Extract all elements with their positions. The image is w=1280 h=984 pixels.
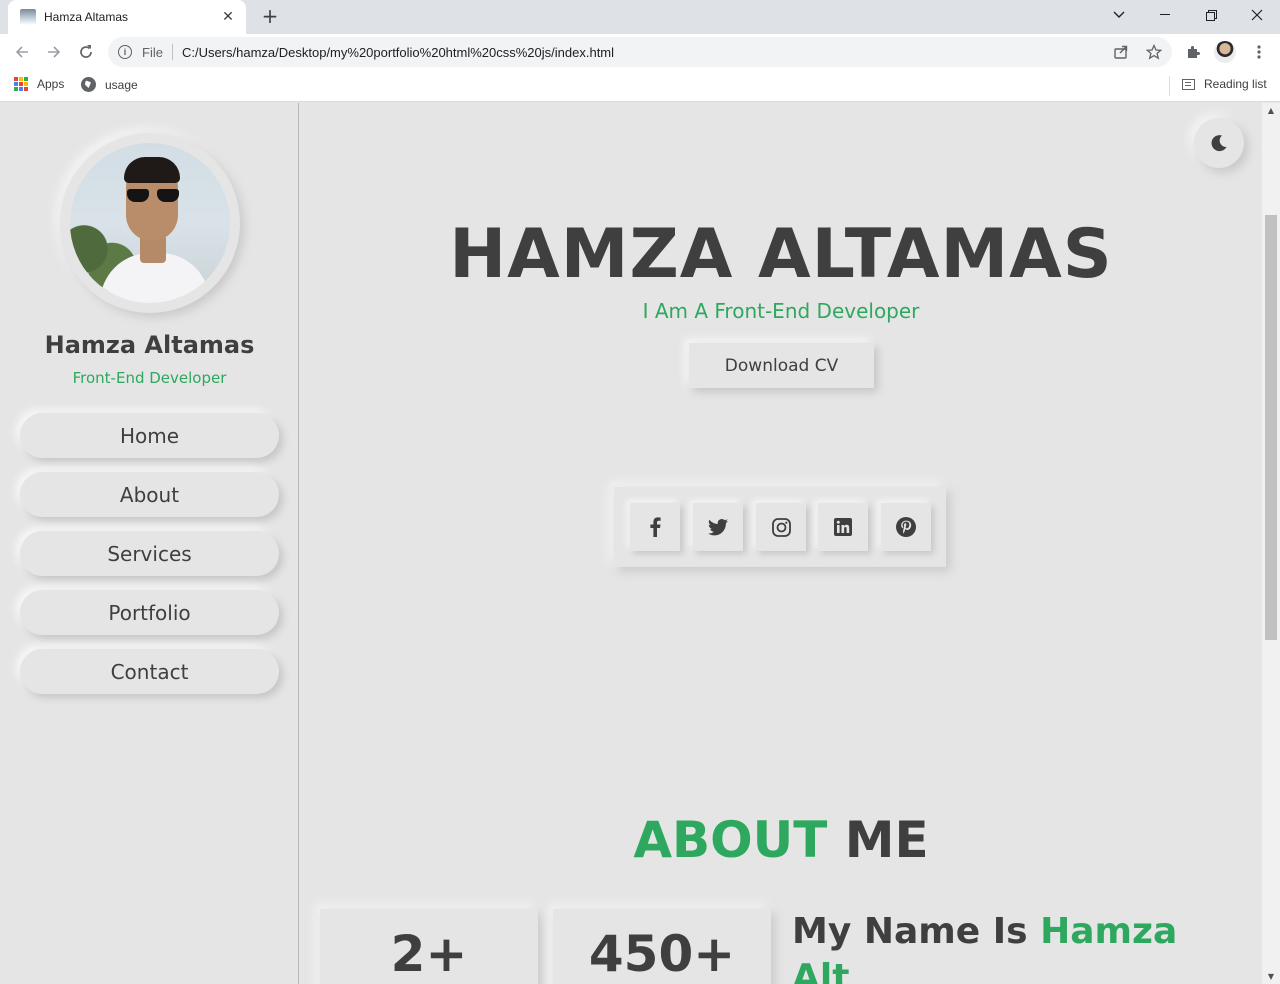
facebook-link[interactable] bbox=[630, 503, 680, 551]
intro-prefix: My Name Is bbox=[792, 911, 1028, 952]
theme-toggle-button[interactable] bbox=[1194, 118, 1244, 168]
about-title-accent: ABOUT bbox=[633, 811, 828, 869]
nav-contact[interactable]: Contact bbox=[20, 649, 279, 694]
info-icon[interactable]: i bbox=[118, 45, 132, 59]
instagram-link[interactable] bbox=[756, 503, 806, 551]
favicon-icon bbox=[20, 9, 36, 25]
intro-name-continued: Alt bbox=[792, 957, 850, 984]
bookmark-apps[interactable]: Apps bbox=[14, 77, 64, 91]
profile-photo bbox=[70, 143, 230, 303]
scroll-up-arrow-icon[interactable]: ▲ bbox=[1262, 103, 1280, 117]
star-icon bbox=[1146, 44, 1162, 60]
nav-services[interactable]: Services bbox=[20, 531, 279, 576]
restore-button[interactable] bbox=[1188, 0, 1234, 30]
apps-icon bbox=[14, 77, 28, 91]
hero-title: HAMZA ALTAMAS bbox=[449, 215, 1113, 294]
url-scheme: File bbox=[142, 44, 163, 60]
browser-toolbar: i File C:/Users/hamza/Desktop/my%20portf… bbox=[0, 34, 1280, 70]
nav-home[interactable]: Home bbox=[20, 413, 279, 458]
close-icon bbox=[1251, 9, 1263, 21]
globe-icon bbox=[81, 77, 96, 92]
bookmark-label: usage bbox=[105, 77, 138, 92]
minimize-icon bbox=[1160, 14, 1170, 15]
scrollbar-thumb[interactable] bbox=[1265, 215, 1277, 640]
linkedin-link[interactable] bbox=[818, 503, 868, 551]
about-title-rest: ME bbox=[844, 811, 929, 869]
profile-role: Front-End Developer bbox=[72, 369, 227, 387]
minimize-button[interactable] bbox=[1142, 0, 1188, 30]
reload-button[interactable] bbox=[74, 40, 98, 64]
moon-icon bbox=[1211, 135, 1227, 152]
puzzle-icon bbox=[1188, 46, 1200, 58]
stat-value: 2+ bbox=[390, 925, 468, 983]
profile-avatar[interactable] bbox=[1214, 41, 1236, 63]
bookmarks-divider bbox=[1169, 76, 1170, 96]
pinterest-link[interactable] bbox=[881, 503, 931, 551]
nav-portfolio[interactable]: Portfolio bbox=[20, 590, 279, 635]
forward-button[interactable] bbox=[42, 40, 66, 64]
download-cv-button[interactable]: Download CV bbox=[689, 343, 874, 388]
main-content: HAMZA ALTAMAS I Am A Front-End Developer… bbox=[300, 103, 1262, 984]
arrow-left-icon bbox=[15, 46, 28, 58]
hero-subtitle: I Am A Front-End Developer bbox=[642, 299, 920, 323]
share-button[interactable] bbox=[1110, 41, 1132, 63]
omnibox-divider bbox=[171, 44, 173, 60]
profile-name: Hamza Altamas bbox=[44, 331, 255, 359]
more-vertical-icon bbox=[1257, 45, 1261, 59]
stat-value: 450+ bbox=[588, 925, 736, 983]
bookmark-star-button[interactable] bbox=[1143, 41, 1165, 63]
intro-name-accent: Hamza bbox=[1040, 911, 1178, 952]
social-links bbox=[614, 487, 946, 567]
browser-menu-button[interactable] bbox=[1248, 41, 1270, 63]
facebook-icon bbox=[650, 517, 661, 537]
instagram-icon bbox=[771, 517, 791, 537]
bookmark-usage[interactable]: usage bbox=[81, 77, 138, 92]
nav-about[interactable]: About bbox=[20, 472, 279, 517]
linkedin-icon bbox=[834, 518, 852, 536]
twitter-icon bbox=[708, 518, 728, 535]
bookmarks-bar: Apps usage Reading list bbox=[0, 70, 1280, 102]
reload-icon bbox=[80, 45, 92, 58]
scroll-down-arrow-icon[interactable]: ▼ bbox=[1262, 969, 1280, 983]
restore-icon bbox=[1205, 9, 1217, 21]
about-intro-heading: My Name Is Hamza Alt bbox=[792, 909, 1222, 984]
reading-list-icon bbox=[1182, 78, 1195, 90]
bookmark-label: Apps bbox=[37, 77, 65, 91]
chevron-down-icon bbox=[1113, 11, 1125, 18]
share-icon bbox=[1114, 45, 1128, 59]
reading-list-label: Reading list bbox=[1204, 77, 1267, 91]
profile-photo-frame bbox=[60, 133, 240, 313]
arrow-right-icon bbox=[48, 46, 61, 58]
twitter-link[interactable] bbox=[693, 503, 743, 551]
stat-card-experience: 2+ bbox=[320, 909, 538, 984]
tab-strip: Hamza Altamas ✕ + bbox=[0, 0, 1280, 34]
url-text[interactable]: C:/Users/hamza/Desktop/my%20portfolio%20… bbox=[182, 45, 614, 60]
sidebar: Hamza Altamas Front-End Developer Home A… bbox=[0, 103, 299, 984]
extensions-button[interactable] bbox=[1182, 41, 1204, 63]
about-section-title: ABOUT ME bbox=[300, 811, 1262, 869]
close-window-button[interactable] bbox=[1234, 0, 1280, 30]
address-bar[interactable]: i File C:/Users/hamza/Desktop/my%20portf… bbox=[108, 37, 1172, 67]
tab-title: Hamza Altamas bbox=[44, 10, 129, 24]
new-tab-button[interactable]: + bbox=[258, 5, 282, 29]
tab-search-button[interactable] bbox=[1096, 0, 1142, 30]
pinterest-icon bbox=[896, 517, 916, 537]
stat-card-projects: 450+ bbox=[553, 909, 771, 984]
back-button[interactable] bbox=[10, 40, 34, 64]
reading-list-button[interactable]: Reading list bbox=[1182, 77, 1267, 91]
page-scrollbar[interactable]: ▲ ▼ bbox=[1262, 103, 1280, 984]
browser-tab[interactable]: Hamza Altamas ✕ bbox=[8, 0, 246, 34]
page-viewport: Hamza Altamas Front-End Developer Home A… bbox=[0, 103, 1280, 984]
tab-close-button[interactable]: ✕ bbox=[220, 9, 236, 25]
